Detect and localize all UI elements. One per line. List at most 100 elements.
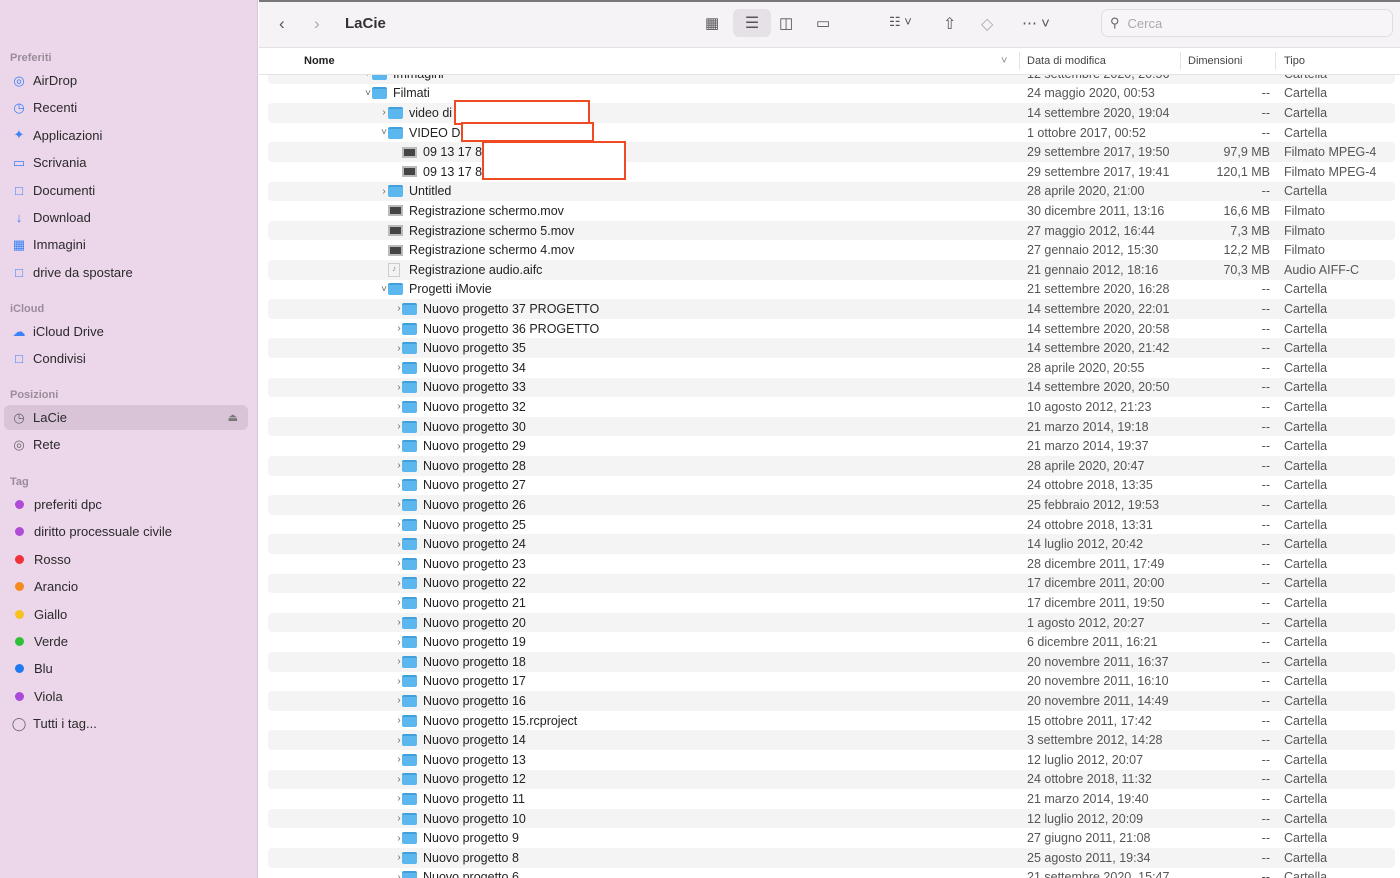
sidebar-item-preferiti-dpc[interactable]: preferiti dpc	[4, 492, 248, 517]
file-row[interactable]: › Nuovo progetto 23 28 dicembre 2011, 17:4…	[268, 554, 1395, 574]
modified-date: 28 aprile 2020, 20:55	[1027, 360, 1145, 375]
file-row[interactable]: › Nuovo progetto 26 25 febbraio 2012, 19:5…	[268, 495, 1395, 515]
sidebar-item-immagini[interactable]: ▦ Immagini	[4, 232, 248, 257]
share-icon[interactable]: ⇧	[943, 14, 956, 34]
file-name: Nuovo progetto 8	[423, 850, 519, 865]
file-row[interactable]: › Nuovo progetto 12 24 ottobre 2018, 11:32…	[268, 769, 1395, 790]
sidebar-item-viola[interactable]: Viola	[4, 684, 248, 709]
sidebar-item-verde[interactable]: Verde	[4, 629, 248, 654]
more-actions-button[interactable]: ⋯ ˅	[1022, 14, 1050, 32]
file-type: Cartella	[1284, 654, 1328, 669]
eject-icon[interactable]: ⏏	[228, 411, 238, 424]
file-row[interactable]: ˅ VIDEO DI 1 ottobre 2017, 00:52 -- Cartella	[268, 123, 1395, 143]
file-name: Nuovo progetto 27	[423, 478, 526, 493]
file-row[interactable]: › Nuovo progetto 15.rcproject 15 ottobre 2…	[268, 711, 1395, 731]
modified-date: 1 agosto 2012, 20:27	[1027, 615, 1145, 630]
column-view-button[interactable]: ◫	[779, 14, 793, 32]
modified-date: 12 luglio 2012, 20:07	[1027, 752, 1144, 767]
file-row[interactable]: › Nuovo progetto 17 20 novembre 2011, 16:1…	[268, 672, 1395, 692]
file-name: Nuovo progetto 22	[423, 576, 526, 591]
file-row[interactable]: › Nuovo progetto 32 10 agosto 2012, 21:23-…	[268, 397, 1395, 417]
file-row[interactable]: › Nuovo progetto 10 12 luglio 2012, 20:09-…	[268, 808, 1395, 829]
column-date[interactable]: Data di modifica	[1027, 55, 1106, 67]
column-type[interactable]: Tipo	[1284, 55, 1305, 67]
file-row[interactable]: Registrazione schermo 4.mov 27 gennaio 20…	[268, 240, 1395, 260]
sidebar-item-icloud-drive[interactable]: ☁ iCloud Drive	[4, 319, 248, 344]
file-row[interactable]: › Nuovo progetto 9 27 giugno 2011, 21:08 --…	[268, 828, 1395, 848]
file-row[interactable]: › Nuovo progetto 24 14 luglio 2012, 20:42-…	[268, 534, 1395, 554]
file-row[interactable]: › Nuovo progetto 22 17 dicembre 2011, 20:0…	[268, 573, 1395, 594]
sidebar-item-label: Condivisi	[33, 351, 86, 367]
sidebar-item-condivisi[interactable]: □ Condivisi	[4, 346, 248, 371]
file-row[interactable]: › Untitled 28 aprile 2020, 21:00 -- Cartella	[268, 181, 1395, 202]
file-row[interactable]: 09 13 17 8 29 settembre 2017, 19:41 120,1 …	[268, 162, 1395, 182]
sidebar-item-giallo[interactable]: Giallo	[4, 602, 248, 627]
video-file-icon	[402, 166, 417, 178]
list-view-button[interactable]: ☰	[733, 9, 771, 37]
file-row[interactable]: ˅ Progetti iMovie 21 settembre 2020, 16:28…	[268, 280, 1395, 300]
sidebar-item-applicazioni[interactable]: ✦ Applicazioni	[4, 123, 248, 148]
file-row[interactable]: › Nuovo progetto 8 25 agosto 2011, 19:34 --…	[268, 848, 1395, 868]
sidebar-item-recenti[interactable]: ◷ Recenti	[4, 95, 248, 120]
sidebar-item-blu[interactable]: Blu	[4, 656, 248, 681]
file-row[interactable]: ›Immagini12 settembre 2020, 20:56--Carte…	[268, 75, 1395, 84]
column-header: Nome ˅ Data di modifica Dimensioni Tipo	[259, 48, 1400, 75]
file-row[interactable]: Registrazione schermo 5.mov 27 maggio 201…	[268, 220, 1395, 241]
sidebar-item-download[interactable]: ↓ Download	[4, 205, 248, 230]
file-name: Nuovo progetto 24	[423, 537, 526, 552]
sidebar-item-arancio[interactable]: Arancio	[4, 574, 248, 599]
file-row[interactable]: › Nuovo progetto 35 14 settembre 2020, 21:…	[268, 338, 1395, 358]
file-row[interactable]: › Nuovo progetto 20 1 agosto 2012, 20:27 --…	[268, 612, 1395, 633]
file-row[interactable]: › Nuovo progetto 34 28 aprile 2020, 20:55-…	[268, 358, 1395, 378]
file-row[interactable]: › Nuovo progetto 27 24 ottobre 2018, 13:35…	[268, 476, 1395, 496]
file-row[interactable]: › Nuovo progetto 25 24 ottobre 2018, 13:31…	[268, 515, 1395, 535]
file-row[interactable]: ♪ Registrazione audio.aifc 21 gennaio 2012…	[268, 260, 1395, 280]
modified-date: 29 settembre 2017, 19:50	[1027, 145, 1170, 160]
sidebar-item-scrivania[interactable]: ▭ Scrivania	[4, 150, 248, 175]
sidebar-item-documenti[interactable]: □ Documenti	[4, 178, 248, 203]
file-row[interactable]: › Nuovo progetto 29 21 marzo 2014, 19:37 --…	[268, 436, 1395, 456]
file-row[interactable]: › Nuovo progetto 19 6 dicembre 2011, 16:21…	[268, 632, 1395, 652]
column-name[interactable]: Nome	[304, 55, 335, 67]
icon-view-button[interactable]: ▦	[705, 14, 719, 32]
sidebar-item-diritto-processuale-civile[interactable]: diritto processuale civile	[4, 519, 248, 544]
folder-icon	[402, 812, 417, 825]
file-row[interactable]: › Nuovo progetto 36 PROGETTO 14 settembre …	[268, 319, 1395, 339]
search-input[interactable]: ⚲ Cerca	[1101, 9, 1393, 37]
folder-icon	[388, 185, 403, 198]
file-row[interactable]: ˅ Filmati 24 maggio 2020, 00:53 -- Cartella	[268, 84, 1395, 104]
file-row[interactable]: Registrazione schermo.mov 30 dicembre 201…	[268, 201, 1395, 221]
sidebar-item-lacie[interactable]: ◷ LaCie ⏏	[4, 405, 248, 430]
file-row[interactable]: › Nuovo progetto 18 20 novembre 2011, 16:3…	[268, 652, 1395, 672]
sidebar-item-label: Download	[33, 210, 91, 225]
sidebar-item-rete[interactable]: ◎ Rete	[4, 432, 248, 457]
file-row[interactable]: › Nuovo progetto 37 PROGETTO 14 settembre …	[268, 299, 1395, 319]
sidebar-item-airdrop[interactable]: ◎ AirDrop	[4, 68, 248, 93]
file-row[interactable]: › Nuovo progetto 28 28 aprile 2020, 20:47-…	[268, 456, 1395, 476]
sidebar-item-drive-da-spostare[interactable]: □ drive da spostare	[4, 260, 248, 285]
file-row[interactable]: › Nuovo progetto 16 20 novembre 2011, 14:4…	[268, 691, 1395, 711]
file-size: --	[1261, 772, 1270, 787]
file-row[interactable]: › Nuovo progetto 33 14 settembre 2020, 20:…	[268, 377, 1395, 398]
file-row[interactable]: › Nuovo progetto 11 21 marzo 2014, 19:40 --…	[268, 789, 1395, 809]
file-row[interactable]: › video di 14 settembre 2020, 19:04 -- Carte…	[268, 103, 1395, 123]
tag-icon[interactable]: ◇	[981, 14, 993, 34]
file-row[interactable]: › Nuovo progetto 6 21 settembre 2020, 15:4…	[268, 868, 1395, 878]
file-row[interactable]: › Nuovo progetto 14 3 settembre 2012, 14:2…	[268, 730, 1395, 750]
forward-button[interactable]: ›	[314, 14, 320, 34]
modified-date: 21 gennaio 2012, 18:16	[1027, 262, 1159, 277]
sidebar-item-label: Rete	[33, 437, 61, 453]
file-row[interactable]: › Nuovo progetto 21 17 dicembre 2011, 19:5…	[268, 593, 1395, 613]
back-button[interactable]: ‹	[279, 14, 285, 34]
file-type: Cartella	[1284, 791, 1328, 806]
sort-chevron-icon[interactable]: ˅	[1001, 55, 1007, 67]
file-row[interactable]: 09 13 17 8 29 settembre 2017, 19:50 97,9 M…	[268, 142, 1395, 162]
column-size[interactable]: Dimensioni	[1188, 55, 1242, 67]
gallery-view-button[interactable]: ▭	[816, 14, 830, 32]
file-type: Cartella	[1284, 497, 1328, 512]
sidebar-item-tutti-i-tag-[interactable]: ◯ Tutti i tag...	[4, 711, 248, 736]
file-row[interactable]: › Nuovo progetto 13 12 luglio 2012, 20:07-…	[268, 750, 1395, 770]
group-button[interactable]: ☷ ˅	[889, 14, 912, 30]
file-row[interactable]: › Nuovo progetto 30 21 marzo 2014, 19:18 --…	[268, 416, 1395, 437]
sidebar-item-rosso[interactable]: Rosso	[4, 547, 248, 572]
